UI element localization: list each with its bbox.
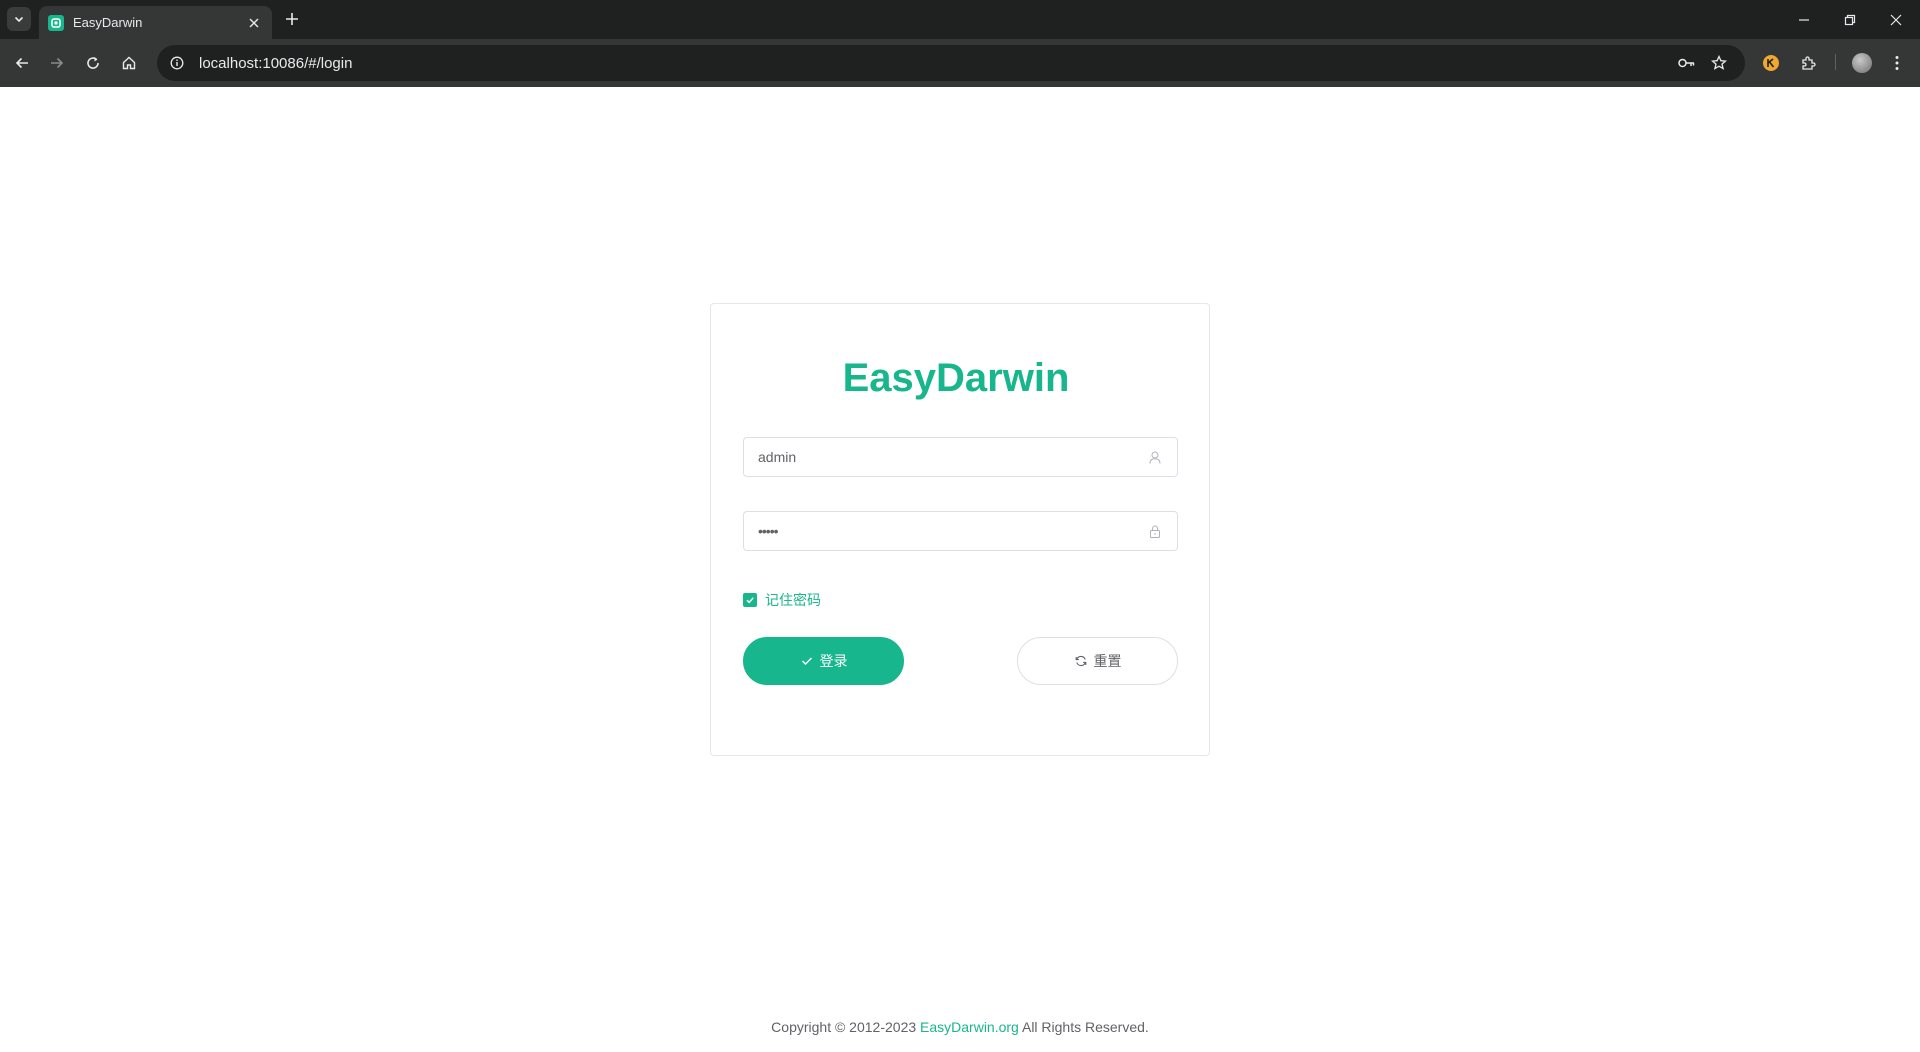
remember-password-checkbox[interactable]: 记住密码 — [743, 590, 821, 610]
username-field[interactable] — [743, 437, 1178, 477]
login-title: EasyDarwin — [842, 356, 1070, 400]
minimize-icon — [1799, 18, 1809, 21]
new-tab-button[interactable] — [281, 8, 303, 30]
browser-tab-bar: EasyDarwin — [0, 0, 1920, 39]
reload-icon — [87, 57, 99, 69]
more-vert-icon — [1895, 56, 1899, 70]
restore-button[interactable] — [1827, 0, 1873, 39]
url-text: localhost:10086/#/login — [199, 54, 353, 72]
lock-icon — [1145, 521, 1165, 541]
plus-icon — [286, 13, 298, 25]
username-input[interactable] — [744, 438, 1145, 476]
site-info-button[interactable] — [165, 51, 189, 75]
browser-menu-button[interactable] — [1884, 50, 1910, 76]
close-window-button[interactable] — [1873, 0, 1919, 39]
browser-toolbar: localhost:10086/#/login — [0, 39, 1920, 87]
bookmark-button[interactable] — [1705, 49, 1733, 77]
tab-close-button[interactable] — [244, 13, 264, 33]
login-card: EasyDarwin 记住密码 登录 — [710, 303, 1210, 756]
login-button[interactable]: 登录 — [743, 637, 904, 685]
password-input[interactable] — [744, 512, 1145, 550]
home-icon — [122, 56, 136, 70]
easydarwin-favicon-icon — [48, 14, 64, 31]
copyright-footer: Copyright © 2012-2023 EasyDarwin.org All… — [0, 1019, 1920, 1035]
reset-button-label: 重置 — [1093, 654, 1122, 670]
extensions-menu-button[interactable] — [1795, 50, 1821, 76]
refresh-icon — [1074, 654, 1088, 668]
checkbox-checked[interactable] — [743, 593, 757, 607]
arrow-left-icon — [15, 57, 28, 69]
home-button[interactable] — [116, 50, 142, 76]
close-icon — [249, 18, 259, 27]
restore-icon — [1844, 14, 1856, 25]
minimize-button[interactable] — [1781, 0, 1827, 39]
login-button-label: 登录 — [819, 654, 848, 670]
user-icon — [1145, 447, 1165, 467]
password-manager-button[interactable] — [1673, 49, 1701, 77]
copyright-prefix: Copyright © 2012-2023 — [771, 1019, 921, 1035]
easydarwin-org-link[interactable]: EasyDarwin.org — [920, 1019, 1019, 1035]
copyright-suffix: All Rights Reserved. — [1018, 1019, 1149, 1035]
puzzle-icon — [1802, 56, 1816, 70]
tab-title: EasyDarwin — [73, 15, 143, 30]
reset-button[interactable]: 重置 — [1017, 637, 1178, 685]
address-bar[interactable]: localhost:10086/#/login — [157, 45, 1745, 81]
tab-search-button[interactable] — [7, 7, 31, 31]
close-icon — [1890, 14, 1902, 25]
back-button[interactable] — [9, 50, 35, 76]
page-content: EasyDarwin 记住密码 登录 — [0, 87, 1920, 1052]
extension-button[interactable] — [1758, 50, 1784, 76]
check-icon — [746, 597, 754, 604]
reload-button[interactable] — [80, 50, 106, 76]
check-icon — [800, 654, 814, 668]
info-icon — [170, 56, 184, 70]
star-icon — [1711, 55, 1727, 70]
avatar — [1852, 53, 1872, 73]
key-icon — [1678, 58, 1695, 68]
chevron-down-icon — [14, 16, 24, 23]
arrow-right-icon — [51, 57, 64, 69]
forward-button[interactable] — [44, 50, 70, 76]
extension-badge-icon — [1763, 55, 1779, 71]
profile-button[interactable] — [1849, 50, 1875, 76]
tab-easydarwin[interactable]: EasyDarwin — [39, 6, 272, 39]
password-field[interactable] — [743, 511, 1178, 551]
remember-password-label: 记住密码 — [765, 593, 821, 609]
toolbar-divider — [1835, 54, 1836, 70]
